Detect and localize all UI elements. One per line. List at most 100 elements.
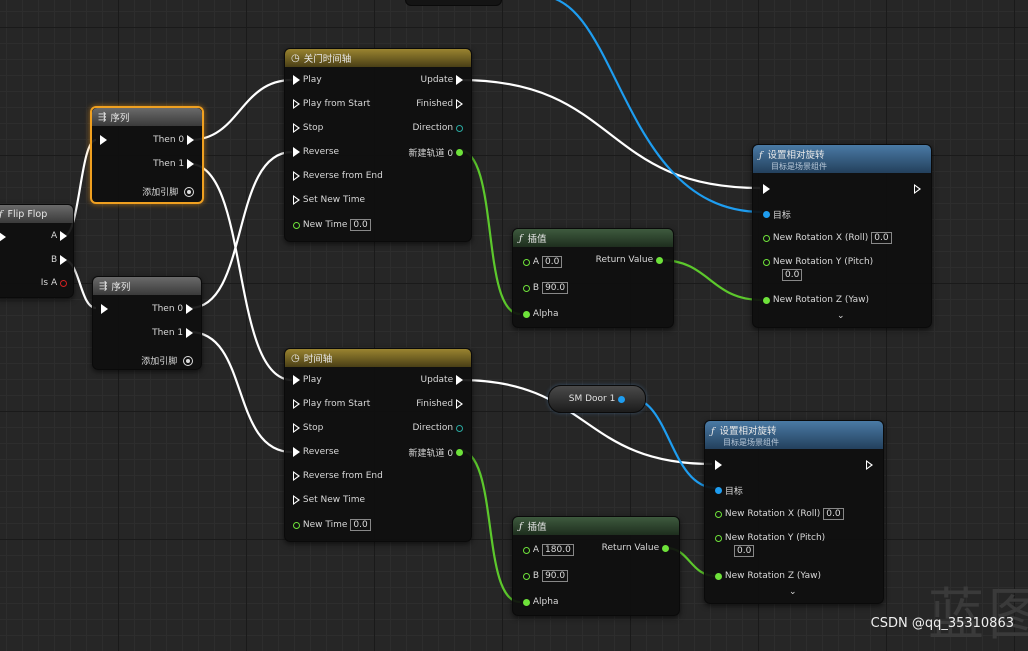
lerp-a-pin[interactable]: A 180.0 <box>523 544 574 556</box>
timeline-reverse-from-end-pin[interactable]: Reverse from End <box>293 171 383 181</box>
flip-flop-title: Flip Flop <box>7 208 48 220</box>
object-pin-icon[interactable] <box>618 395 626 403</box>
offscreen-node <box>405 0 502 6</box>
set-rotation-x-pin[interactable]: New Rotation X (Roll) 0.0 <box>715 508 844 520</box>
timeline-play-pin[interactable]: Play <box>293 375 322 385</box>
lerp-return-pin[interactable]: Return Value <box>602 543 669 553</box>
timeline-node-1[interactable]: ◷ 关门时间轴 Play Play from Start Stop Revers… <box>284 48 472 242</box>
pin-label: Then 0 <box>152 304 184 314</box>
timeline-stop-pin[interactable]: Stop <box>293 423 323 433</box>
lerp-b-input[interactable]: 90.0 <box>542 282 569 294</box>
timeline-track-pin[interactable]: 新建轨道 0 <box>409 146 463 159</box>
sequence-then-0[interactable]: Then 0 <box>153 135 194 145</box>
rotation-y-input[interactable]: 0.0 <box>734 545 755 557</box>
set-rotation-y-pin[interactable]: New Rotation Y (Pitch) <box>763 257 873 267</box>
lerp-a-input[interactable]: 180.0 <box>542 544 574 556</box>
pin-label: New Rotation Z (Yaw) <box>724 571 822 581</box>
flip-flop-pin-is-a[interactable]: Is A <box>41 278 67 288</box>
timeline-reverse-from-end-pin[interactable]: Reverse from End <box>293 471 383 481</box>
flip-flop-node[interactable]: ƒ Flip Flop A B Is A <box>0 204 74 298</box>
sequence-icon: ⇶ <box>98 111 107 123</box>
timeline-node-2[interactable]: ◷ 时间轴 Play Play from Start Stop Reverse … <box>284 348 472 542</box>
exec-pin-icon <box>293 195 300 205</box>
set-rotation-target-pin[interactable]: 目标 <box>715 484 743 497</box>
float-pin-icon <box>763 296 770 304</box>
timeline-new-time-pin[interactable]: New Time 0.0 <box>293 219 371 231</box>
float-pin-icon <box>523 258 530 266</box>
timeline-direction-pin[interactable]: Direction <box>412 423 463 433</box>
timeline-set-new-time-pin[interactable]: Set New Time <box>293 195 365 205</box>
timeline-finished-pin[interactable]: Finished <box>416 99 463 109</box>
sequence-exec-in[interactable] <box>100 135 107 145</box>
pin-label: Return Value <box>595 255 654 265</box>
add-pin-button[interactable]: 添加引脚 <box>142 185 194 198</box>
set-rotation-exec-in[interactable] <box>763 184 770 194</box>
lerp-node-2[interactable]: ƒ 插值 A 180.0 B 90.0 Alpha Return Value <box>512 516 680 616</box>
add-pin-icon <box>184 186 194 197</box>
chevron-down-icon[interactable]: ⌄ <box>837 311 845 321</box>
sequence-header: ⇶ 序列 <box>93 277 201 295</box>
add-pin-label: 添加引脚 <box>141 357 178 367</box>
set-relative-rotation-node-1[interactable]: ƒ 设置相对旋转 目标是场景组件 目标 New Rotation X (Roll)… <box>752 144 932 328</box>
timeline-finished-pin[interactable]: Finished <box>416 399 463 409</box>
sequence-node-1[interactable]: ⇶ 序列 Then 0 Then 1 添加引脚 <box>90 106 204 204</box>
set-relative-rotation-node-2[interactable]: ƒ 设置相对旋转 目标是场景组件 目标 New Rotation X (Roll)… <box>704 420 884 604</box>
rotation-x-input[interactable]: 0.0 <box>823 508 844 520</box>
lerp-a-pin[interactable]: A 0.0 <box>523 256 563 268</box>
set-rotation-exec-out[interactable] <box>914 184 921 194</box>
set-rotation-y-pin[interactable]: New Rotation Y (Pitch) <box>715 533 825 543</box>
lerp-alpha-pin[interactable]: Alpha <box>523 597 558 607</box>
lerp-alpha-pin[interactable]: Alpha <box>523 309 558 319</box>
pin-label: New Rotation X (Roll) <box>772 233 869 243</box>
lerp-b-pin[interactable]: B 90.0 <box>523 282 569 294</box>
pin-label: Play <box>302 375 322 385</box>
timeline-reverse-pin[interactable]: Reverse <box>293 147 339 157</box>
timeline-reverse-pin[interactable]: Reverse <box>293 447 339 457</box>
set-rotation-target-pin[interactable]: 目标 <box>763 208 791 221</box>
lerp-b-pin[interactable]: B 90.0 <box>523 570 569 582</box>
sequence-node-2[interactable]: ⇶ 序列 Then 0 Then 1 添加引脚 <box>92 276 202 370</box>
timeline-update-pin[interactable]: Update <box>421 375 463 385</box>
sequence-then-1[interactable]: Then 1 <box>153 159 194 169</box>
exec-pin-icon <box>60 255 67 265</box>
exec-pin-icon <box>293 423 300 433</box>
sequence-then-1[interactable]: Then 1 <box>152 328 193 338</box>
rotation-x-input[interactable]: 0.0 <box>871 232 892 244</box>
timeline-update-pin[interactable]: Update <box>421 75 463 85</box>
set-rotation-title: 设置相对旋转 <box>767 149 825 161</box>
timeline-stop-pin[interactable]: Stop <box>293 123 323 133</box>
add-pin-button[interactable]: 添加引脚 <box>141 354 193 367</box>
timeline-play-pin[interactable]: Play <box>293 75 322 85</box>
timeline-set-new-time-pin[interactable]: Set New Time <box>293 495 365 505</box>
sequence-then-0[interactable]: Then 0 <box>152 304 193 314</box>
timeline-direction-pin[interactable]: Direction <box>412 123 463 133</box>
sm-door-variable-node[interactable]: SM Door 1 <box>548 385 646 413</box>
flip-flop-exec-in[interactable] <box>0 232 6 242</box>
rotation-y-input[interactable]: 0.0 <box>782 269 803 281</box>
set-rotation-exec-in[interactable] <box>715 460 722 470</box>
timeline-new-time-pin[interactable]: New Time 0.0 <box>293 519 371 531</box>
flip-flop-pin-a[interactable]: A <box>51 231 67 241</box>
pin-label: 新建轨道 0 <box>408 149 454 159</box>
new-time-input[interactable]: 0.0 <box>350 519 371 531</box>
lerp-node-1[interactable]: ƒ 插值 A 0.0 B 90.0 Alpha Return Value <box>512 228 674 328</box>
sequence-exec-in[interactable] <box>101 304 108 314</box>
float-pin-icon <box>523 310 530 318</box>
flip-flop-pin-b[interactable]: B <box>51 255 67 265</box>
lerp-b-input[interactable]: 90.0 <box>542 570 569 582</box>
new-time-input[interactable]: 0.0 <box>350 219 371 231</box>
set-rotation-z-pin[interactable]: New Rotation Z (Yaw) <box>763 295 869 305</box>
exec-pin-icon <box>456 99 463 109</box>
chevron-down-icon[interactable]: ⌄ <box>789 587 797 597</box>
lerp-return-pin[interactable]: Return Value <box>596 255 663 265</box>
exec-pin-icon <box>293 147 300 157</box>
lerp-a-input[interactable]: 0.0 <box>542 256 563 268</box>
set-rotation-z-pin[interactable]: New Rotation Z (Yaw) <box>715 571 821 581</box>
timeline-play-from-start-pin[interactable]: Play from Start <box>293 399 370 409</box>
timeline-track-pin[interactable]: 新建轨道 0 <box>409 446 463 459</box>
set-rotation-exec-out[interactable] <box>866 460 873 470</box>
timeline-play-from-start-pin[interactable]: Play from Start <box>293 99 370 109</box>
pin-label: Alpha <box>532 597 559 607</box>
set-rotation-x-pin[interactable]: New Rotation X (Roll) 0.0 <box>763 232 892 244</box>
pin-label: B <box>532 571 540 581</box>
